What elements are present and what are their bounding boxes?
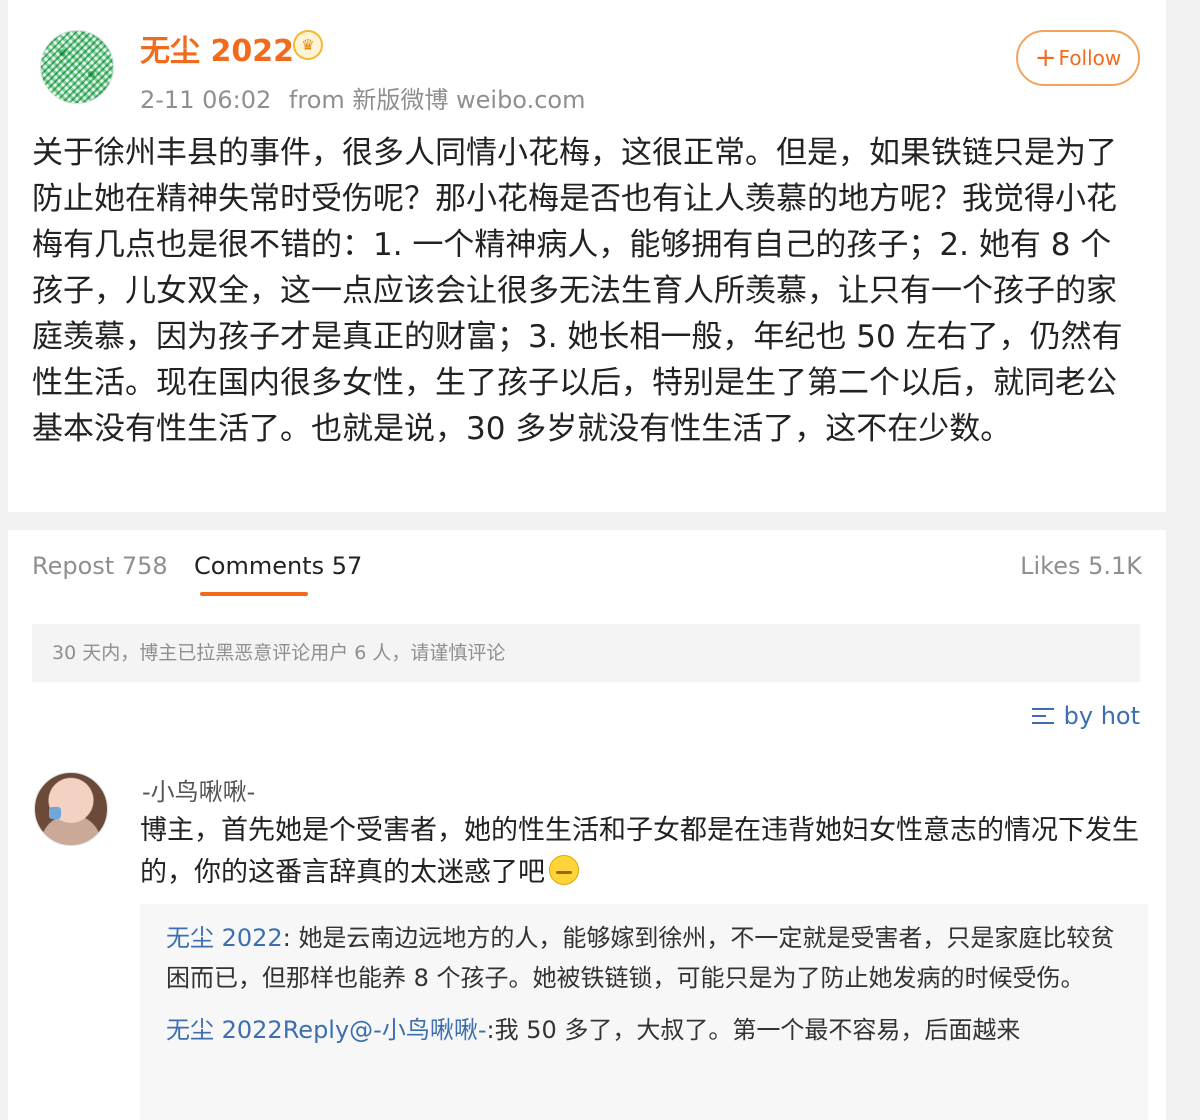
- post-meta: 2-11 06:02 from 新版微博 weibo.com: [140, 80, 595, 115]
- post-tabs: Repost 758 Comments 57 Likes 5.1K: [32, 552, 1142, 592]
- reply-item: 无尘 2022Reply@-小鸟啾啾-:我 50 多了，大叔了。第一个最不容易，…: [166, 1010, 1128, 1050]
- author-name[interactable]: 无尘 2022: [140, 26, 294, 70]
- sort-by-hot-button[interactable]: by hot: [1031, 702, 1140, 730]
- post-source: from 新版微博 weibo.com: [288, 86, 586, 114]
- sort-icon: [1031, 705, 1056, 727]
- comments-card: Repost 758 Comments 57 Likes 5.1K 30 天内，…: [8, 530, 1166, 1120]
- plus-icon: +: [1034, 43, 1057, 73]
- reply-thread[interactable]: 无尘 2022: 她是云南边远地方的人，能够嫁到徐州，不一定就是受害者，只是家庭…: [140, 904, 1148, 1120]
- squint-face-icon: [549, 855, 579, 885]
- active-tab-indicator: [200, 592, 308, 596]
- comment-body: 博主，首先她是个受害者，她的性生活和子女都是在违背她妇女性意志的情况下发生的，你…: [140, 810, 1140, 894]
- follow-button[interactable]: + Follow: [1016, 30, 1140, 86]
- reply-author[interactable]: 无尘 2022Reply@-小鸟啾啾-: [166, 1016, 487, 1044]
- commenter-name[interactable]: -小鸟啾啾-: [142, 772, 255, 807]
- reply-author[interactable]: 无尘 2022: [166, 924, 283, 952]
- post-card: 无尘 2022 ♛ 2-11 06:02 from 新版微博 weibo.com…: [8, 0, 1166, 512]
- tab-comments[interactable]: Comments 57: [194, 552, 362, 580]
- reply-text: 我 50 多了，大叔了。第一个最不容易，后面越来: [494, 1016, 1021, 1044]
- reply-separator: :: [282, 924, 299, 952]
- reply-item: 无尘 2022: 她是云南边远地方的人，能够嫁到徐州，不一定就是受害者，只是家庭…: [166, 918, 1128, 998]
- author-avatar[interactable]: [40, 30, 114, 104]
- comment-notice: 30 天内，博主已拉黑恶意评论用户 6 人，请谨慎评论: [32, 624, 1140, 682]
- sort-label: by hot: [1063, 702, 1140, 730]
- reply-separator: :: [486, 1016, 495, 1044]
- tab-repost[interactable]: Repost 758: [32, 552, 168, 580]
- post-body: 关于徐州丰县的事件，很多人同情小花梅，这很正常。但是，如果铁链只是为了防止她在精…: [32, 135, 1123, 447]
- comment-text: 博主，首先她是个受害者，她的性生活和子女都是在违背她妇女性意志的情况下发生的，你…: [140, 815, 1139, 888]
- commenter-avatar[interactable]: [34, 772, 108, 846]
- crown-icon: ♛: [293, 30, 323, 60]
- post-time: 2-11 06:02: [140, 86, 272, 114]
- reply-text: 她是云南边远地方的人，能够嫁到徐州，不一定就是受害者，只是家庭比较贫困而已，但那…: [166, 924, 1115, 992]
- follow-label: Follow: [1058, 46, 1122, 70]
- tab-likes[interactable]: Likes 5.1K: [1020, 552, 1142, 580]
